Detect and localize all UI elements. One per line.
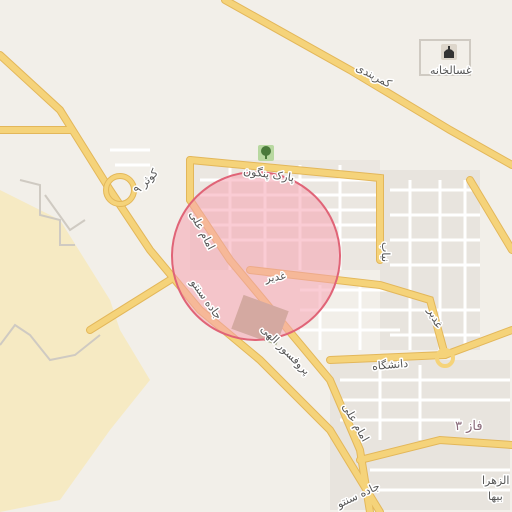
poi-label: الزهرا — [482, 474, 509, 487]
poi-label: بیها — [488, 490, 503, 503]
search-radius-circle — [171, 171, 341, 341]
road-label: نیاب — [379, 242, 392, 262]
mosque-icon[interactable] — [441, 44, 457, 60]
map-canvas[interactable]: کمربندی غسالخانه پارک پنگون کوثر ۹ امام … — [0, 0, 512, 512]
district-label: فاز ۳ — [455, 419, 483, 434]
map-view[interactable]: کمربندی غسالخانه پارک پنگون کوثر ۹ امام … — [0, 0, 512, 512]
tree-icon[interactable] — [258, 145, 274, 161]
poi-label: غسالخانه — [430, 64, 472, 77]
